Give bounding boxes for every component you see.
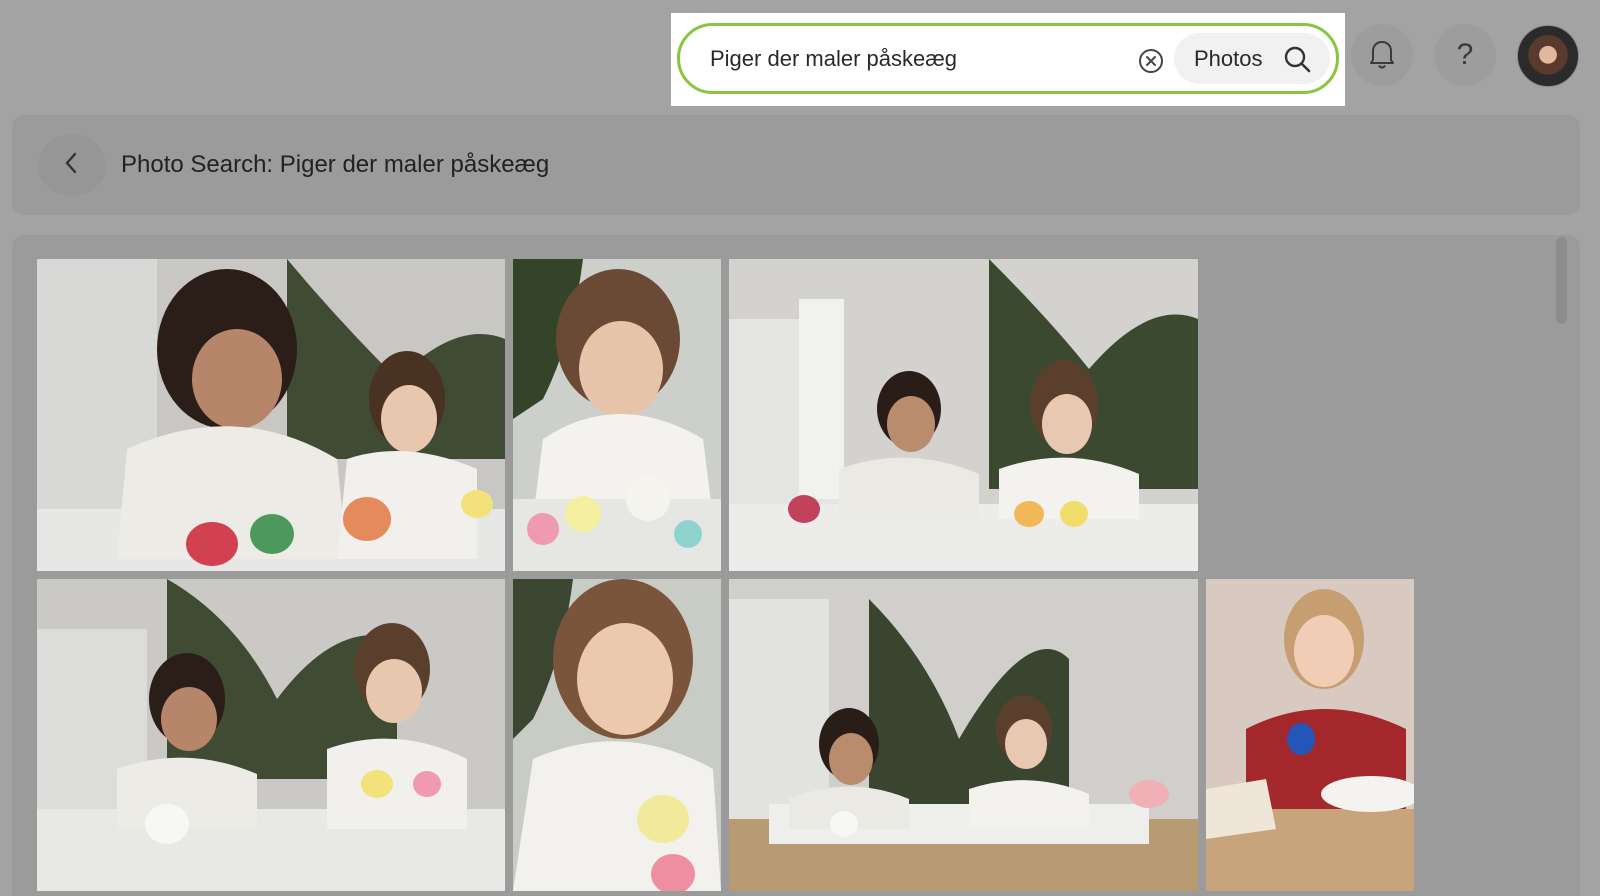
photo-result[interactable] <box>513 579 721 891</box>
search-icon[interactable] <box>1282 44 1312 74</box>
photo-result[interactable] <box>729 259 1198 571</box>
help-button[interactable]: ? <box>1434 24 1496 86</box>
photo-thumbnail <box>729 259 1198 571</box>
photo-result[interactable] <box>37 579 505 891</box>
search-scope-selector[interactable]: Photos <box>1174 33 1330 84</box>
photo-thumbnail <box>729 579 1198 891</box>
photo-thumbnail <box>513 579 721 891</box>
bell-icon <box>1367 37 1397 74</box>
search-input[interactable]: Piger der maler påskeæg <box>710 26 957 91</box>
chevron-left-icon <box>62 151 82 180</box>
photo-result[interactable] <box>513 259 721 571</box>
photo-thumbnail <box>1206 579 1414 891</box>
clear-icon[interactable] <box>1138 48 1164 74</box>
photo-result[interactable] <box>37 259 505 571</box>
search-highlight: Piger der maler påskeæg Photos <box>671 13 1345 106</box>
photo-thumbnail <box>37 259 505 571</box>
search-scope-label: Photos <box>1194 45 1263 71</box>
back-button[interactable] <box>38 134 106 196</box>
search-bar[interactable]: Piger der maler påskeæg Photos <box>677 23 1339 94</box>
avatar[interactable] <box>1517 25 1579 87</box>
photo-result[interactable] <box>1206 579 1414 891</box>
page: Piger der maler påskeæg Photos ? Photo S… <box>0 0 1600 896</box>
photo-result[interactable] <box>729 579 1198 891</box>
question-mark-icon: ? <box>1456 38 1474 71</box>
scrollbar-thumb[interactable] <box>1556 237 1567 324</box>
notifications-button[interactable] <box>1351 24 1413 86</box>
photo-thumbnail <box>513 259 721 571</box>
search-header: Photo Search: Piger der maler påskeæg <box>12 115 1580 215</box>
photo-thumbnail <box>37 579 505 891</box>
page-title: Photo Search: Piger der maler påskeæg <box>121 151 550 178</box>
